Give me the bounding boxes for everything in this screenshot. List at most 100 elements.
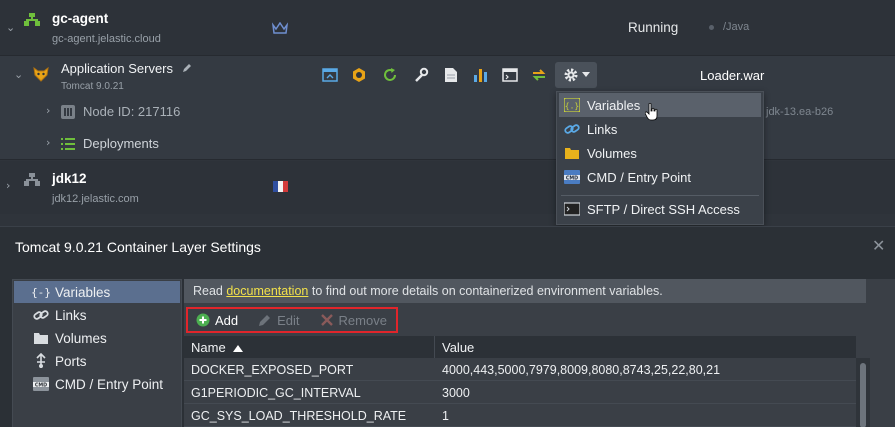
sidebar-item-links[interactable]: Links — [14, 304, 180, 326]
deployed-app-name[interactable]: Loader.war — [700, 68, 764, 83]
variables-panel: Read documentation to find out more deta… — [184, 279, 895, 427]
deployments-label[interactable]: Deployments — [83, 136, 159, 151]
menu-item-label: CMD / Entry Point — [587, 169, 692, 185]
environment-domain[interactable]: gc-agent.jelastic.cloud — [52, 33, 161, 45]
redeploy-icon[interactable] — [530, 66, 548, 84]
sidebar-item-cmd-entry-point[interactable]: CMD CMD / Entry Point — [14, 373, 180, 395]
restart-icon[interactable] — [381, 66, 399, 84]
edit-label: Edit — [277, 312, 300, 328]
svg-text:CMD: CMD — [566, 175, 578, 181]
sort-ascending-icon — [233, 345, 244, 352]
dialog-title: Tomcat 9.0.21 Container Layer Settings — [15, 239, 261, 255]
node-tag: jdk-13.ea-b26 — [766, 106, 834, 118]
svg-text:{.}: {.} — [565, 102, 579, 111]
config-menu-button[interactable] — [555, 62, 597, 88]
environment-name[interactable]: gc-agent — [52, 11, 108, 26]
ports-icon — [32, 353, 50, 369]
folder-icon — [563, 145, 581, 161]
node-group-subtitle: Tomcat 9.0.21 — [61, 81, 124, 92]
config-dropdown-menu: {.} Variables Links Volumes CMD CMD / En… — [556, 91, 764, 225]
chevron-right-icon[interactable]: › — [46, 104, 50, 117]
info-text: to find out more details on containerize… — [308, 284, 663, 298]
open-in-browser-icon[interactable] — [321, 66, 339, 84]
settings-sidebar: {-} Variables Links Volumes Ports CMD CM… — [12, 279, 182, 427]
info-text: Read — [193, 284, 227, 298]
menu-item-variables[interactable]: {.} Variables — [559, 93, 761, 121]
close-icon[interactable]: ✕ — [872, 236, 885, 255]
documentation-link[interactable]: documentation — [226, 284, 308, 298]
sidebar-item-label: CMD / Entry Point — [55, 376, 164, 392]
variable-value: 4000,443,5000,7979,8009,8080,8743,25,22,… — [442, 363, 721, 377]
sidebar-item-label: Volumes — [55, 330, 107, 346]
remove-button[interactable]: Remove — [320, 313, 387, 328]
link-icon — [32, 307, 50, 323]
menu-item-sftp-ssh[interactable]: SFTP / Direct SSH Access — [559, 197, 761, 221]
tomcat-icon — [33, 66, 49, 82]
table-row[interactable]: G1PERIODIC_GC_INTERVAL 3000 — [184, 381, 856, 404]
menu-item-label: Variables — [587, 97, 641, 113]
add-label: Add — [215, 312, 239, 328]
menu-item-volumes[interactable]: Volumes — [559, 141, 761, 165]
environment-domain[interactable]: jdk12.jelastic.com — [52, 193, 139, 205]
environment-name[interactable]: jdk12 — [52, 171, 87, 186]
web-ssh-icon[interactable] — [501, 66, 519, 84]
info-banner: Read documentation to find out more deta… — [184, 279, 866, 303]
environment-tag: /Java — [723, 21, 750, 33]
add-icon — [196, 313, 210, 327]
edit-button[interactable]: Edit — [258, 312, 300, 328]
variables-icon: {.} — [563, 97, 581, 113]
scrollbar-thumb[interactable] — [860, 363, 866, 427]
sidebar-item-volumes[interactable]: Volumes — [14, 327, 180, 349]
edit-pencil-icon[interactable] — [181, 62, 193, 74]
environment-row-gc-agent[interactable]: ⌄ gc-agent gc-agent.jelastic.cloud Runni… — [0, 0, 895, 56]
variable-value: 3000 — [442, 386, 470, 400]
menu-separator — [561, 195, 759, 196]
menu-item-cmd-entry-point[interactable]: CMD CMD / Entry Point — [559, 165, 761, 189]
chevron-right-icon[interactable]: › — [46, 136, 50, 149]
chevron-right-icon[interactable]: › — [6, 179, 10, 192]
variables-grid-header: Name Value — [184, 336, 856, 358]
tag-dot-icon — [709, 25, 714, 30]
variable-name: DOCKER_EXPOSED_PORT — [191, 363, 354, 377]
column-header-name[interactable]: Name — [184, 336, 435, 358]
column-header-label: Name — [191, 340, 226, 355]
variable-value: 1 — [442, 409, 449, 423]
chevron-down-icon[interactable]: ⌄ — [14, 68, 23, 81]
cmd-icon: CMD — [32, 376, 50, 392]
menu-item-label: Links — [587, 121, 618, 137]
variable-name: GC_SYS_LOAD_THRESHOLD_RATE — [191, 409, 407, 423]
environment-icon — [24, 13, 40, 26]
caret-down-icon — [581, 72, 590, 77]
chevron-down-icon[interactable]: ⌄ — [6, 21, 15, 34]
add-button[interactable]: Add — [196, 313, 238, 328]
svg-text:CMD: CMD — [35, 382, 47, 388]
container-settings-dialog: Tomcat 9.0.21 Container Layer Settings ✕… — [0, 226, 895, 427]
cmd-icon: CMD — [563, 169, 581, 185]
node-icon — [61, 105, 75, 119]
terminal-icon — [563, 201, 581, 217]
sidebar-item-variables[interactable]: {-} Variables — [14, 281, 180, 303]
menu-item-label: Volumes — [587, 145, 637, 161]
environment-icon — [24, 173, 40, 186]
log-file-icon[interactable] — [442, 66, 460, 84]
statistics-icon[interactable] — [472, 66, 490, 84]
link-icon — [563, 121, 581, 137]
sidebar-item-label: Links — [55, 307, 87, 323]
pencil-icon — [258, 313, 272, 327]
sidebar-item-label: Ports — [55, 353, 87, 369]
sidebar-item-ports[interactable]: Ports — [14, 350, 180, 372]
variables-toolbar: Add Edit Remove — [186, 307, 398, 333]
addons-icon[interactable] — [350, 66, 368, 84]
gear-icon — [564, 68, 577, 82]
menu-item-links[interactable]: Links — [559, 117, 761, 141]
variables-icon: {-} — [31, 285, 51, 299]
sidebar-item-label: Variables — [55, 284, 111, 300]
table-row[interactable]: DOCKER_EXPOSED_PORT 4000,443,5000,7979,8… — [184, 358, 856, 381]
table-row[interactable]: GC_SYS_LOAD_THRESHOLD_RATE 1 — [184, 404, 856, 427]
remove-label: Remove — [338, 312, 387, 328]
wrench-icon[interactable] — [412, 66, 430, 84]
column-header-value[interactable]: Value — [435, 336, 481, 358]
folder-icon — [32, 330, 50, 346]
node-group-title[interactable]: Application Servers — [61, 61, 173, 76]
menu-item-label: SFTP / Direct SSH Access — [587, 201, 740, 217]
